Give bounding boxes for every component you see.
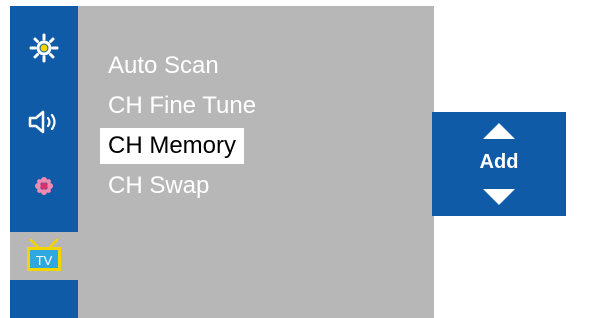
setup-icon <box>35 177 53 195</box>
menu-item-ch-memory[interactable]: CH Memory <box>100 128 245 164</box>
sound-icon <box>28 110 56 134</box>
menu-panel: Auto Scan CH Fine Tune CH Memory CH Swap <box>78 6 434 318</box>
value-label: Add <box>479 151 519 173</box>
triangle-up-icon[interactable] <box>482 122 516 140</box>
sidebar-item-setup[interactable] <box>10 162 78 210</box>
tv-icon-label: TV <box>36 253 53 268</box>
sidebar-item-picture[interactable] <box>10 24 78 72</box>
menu-item-ch-fine-tune[interactable]: CH Fine Tune <box>100 88 264 124</box>
sidebar: TV <box>10 6 78 318</box>
sidebar-item-sound[interactable] <box>10 98 78 146</box>
tv-channel-icon: TV <box>27 238 61 271</box>
value-selector[interactable]: Add <box>432 112 566 216</box>
picture-settings-icon <box>29 33 59 63</box>
menu-item-ch-swap[interactable]: CH Swap <box>100 168 217 204</box>
triangle-down-icon[interactable] <box>482 188 516 206</box>
menu-item-auto-scan[interactable]: Auto Scan <box>100 48 227 84</box>
sidebar-item-tv[interactable]: TV <box>10 232 78 280</box>
